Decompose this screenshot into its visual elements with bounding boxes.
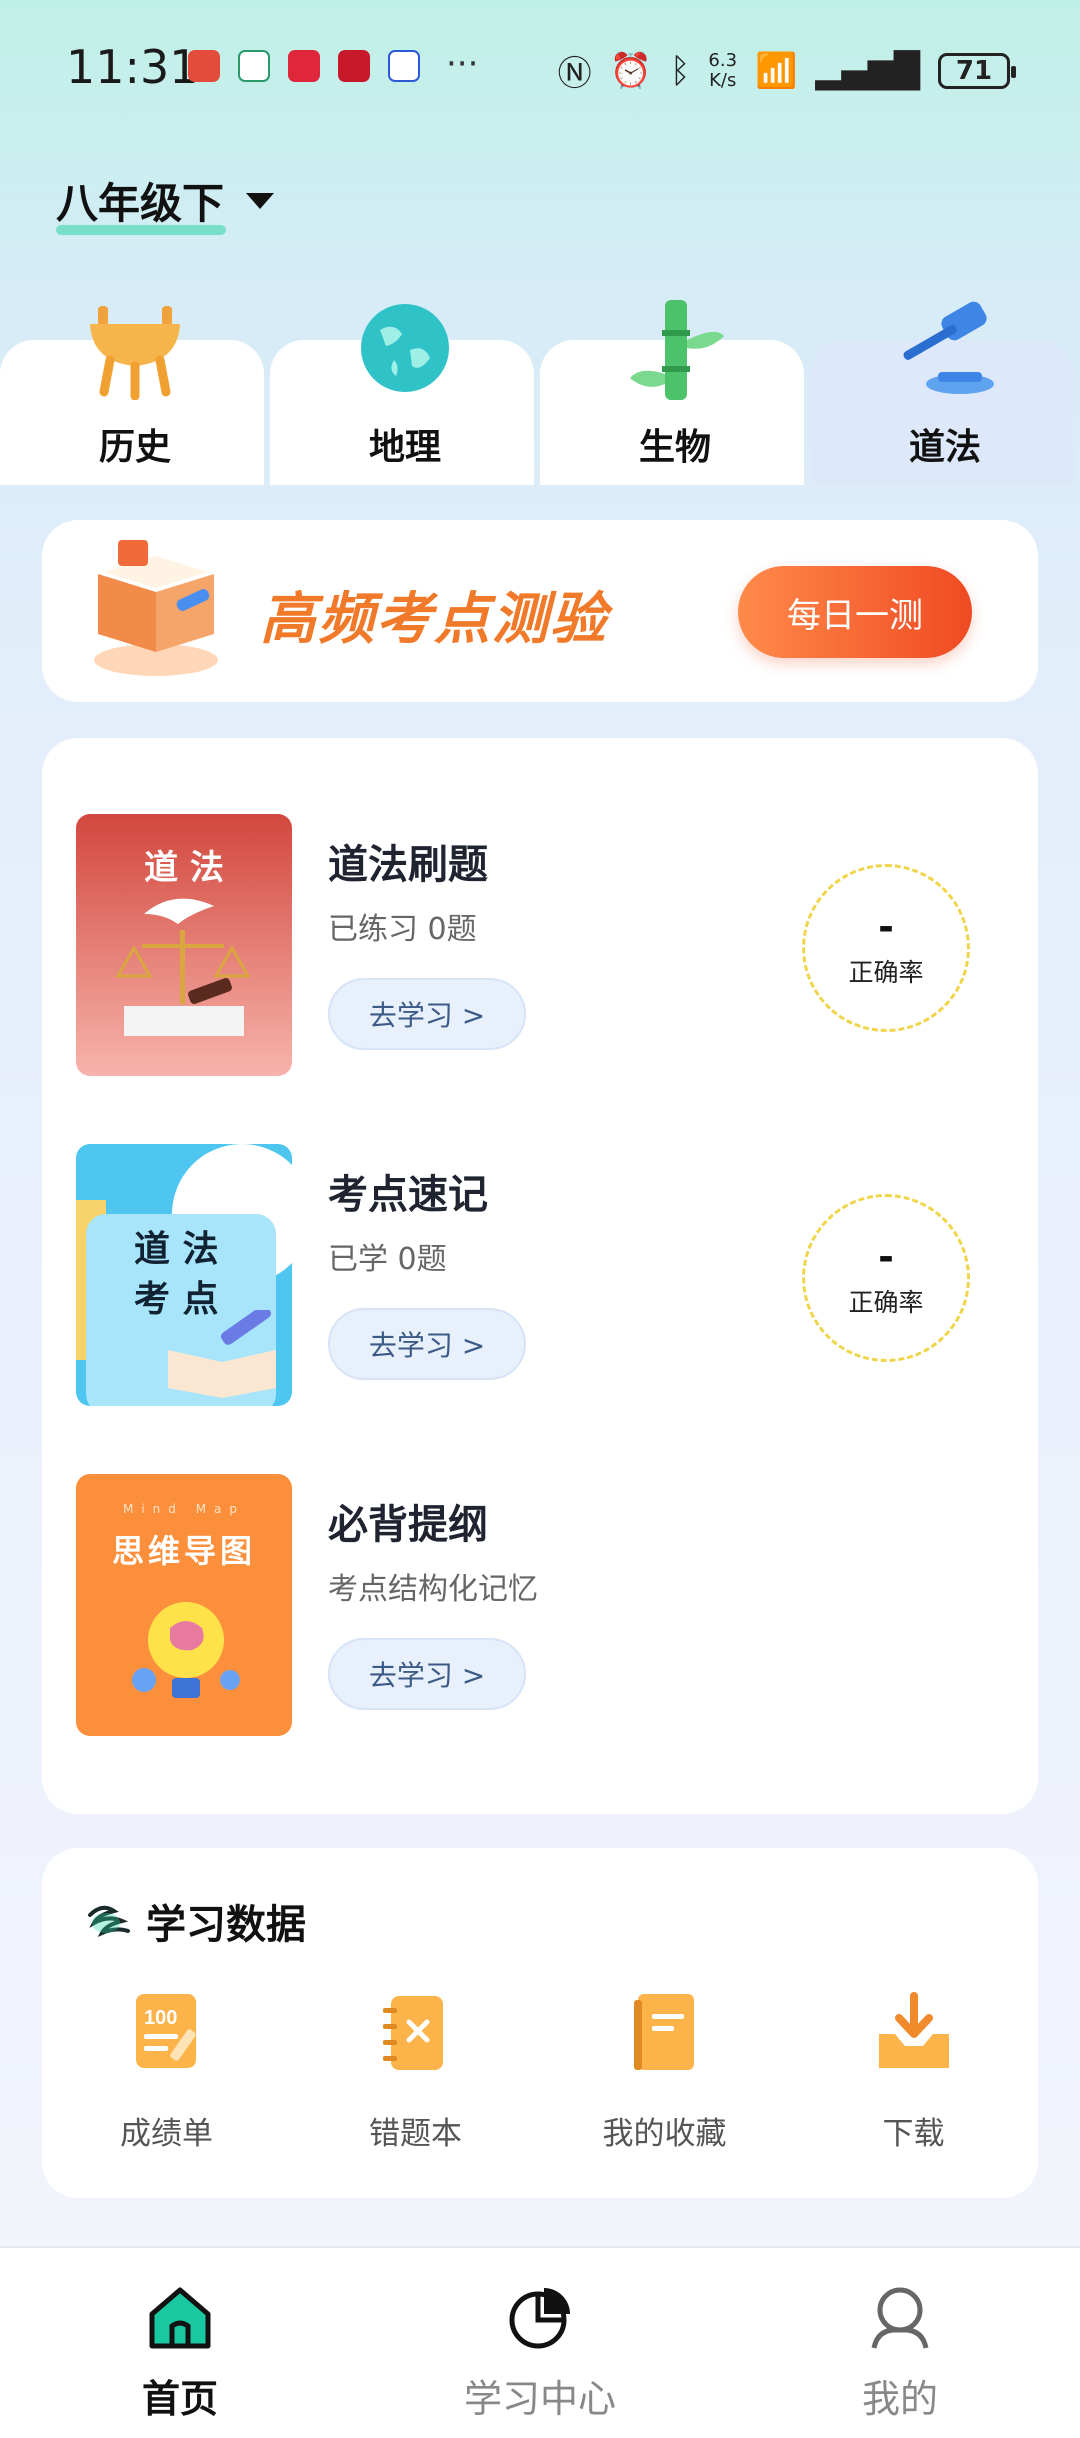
daily-quiz-button[interactable]: 每日一测 xyxy=(738,566,972,658)
open-book-icon xyxy=(94,540,218,676)
daily-quiz-banner[interactable]: 高频考点测验 每日一测 xyxy=(42,520,1038,702)
app-notification-icon xyxy=(188,50,220,82)
more-notifications-icon: ··· xyxy=(446,44,479,84)
list-item[interactable]: 道 法 道法刷题 已练习 0题 去学习 > - 正确率 xyxy=(76,814,1006,1076)
svg-text:100: 100 xyxy=(144,2007,177,2029)
tab-history[interactable]: 历史 xyxy=(0,300,270,485)
accuracy-badge: - 正确率 xyxy=(802,864,970,1032)
list-item[interactable]: Mind Map 思维导图 必背提纲 考点结构化记忆 去学习 > xyxy=(76,1474,1006,1736)
course-progress: 已学 0题 xyxy=(328,1242,447,1277)
course-list: 道 法 道法刷题 已练习 0题 去学习 > - 正确率 道 法 考 点 考点速记… xyxy=(42,738,1038,1814)
subject-tabs: 历史 地理 生物 道法 xyxy=(0,300,1080,485)
pie-chart-icon xyxy=(509,2288,570,2349)
scribble-icon xyxy=(88,1905,130,1937)
network-speed: 6.3 K/s xyxy=(708,49,738,91)
app-notification-icon xyxy=(338,50,370,82)
grade-selector[interactable]: 八年级下 xyxy=(56,170,275,235)
nav-me[interactable]: 我的 xyxy=(720,2248,1080,2438)
nav-me-label: 我的 xyxy=(861,2377,938,2421)
wifi-icon: 📶 xyxy=(755,50,798,91)
caret-down-icon xyxy=(246,192,275,209)
app-notification-icon xyxy=(288,50,320,82)
bluetooth-icon: ᛒ xyxy=(670,50,691,91)
nav-home[interactable]: 首页 xyxy=(0,2248,360,2438)
course-progress: 已练习 0题 xyxy=(328,912,477,947)
nav-home-label: 首页 xyxy=(141,2377,218,2421)
course-title: 必背提纲 xyxy=(328,1502,488,1548)
download-label: 下载 xyxy=(882,2116,945,2152)
app-notification-icon xyxy=(238,50,270,82)
battery-icon: 71 xyxy=(938,52,1016,89)
tab-biology[interactable]: 生物 xyxy=(540,300,810,485)
list-item[interactable]: 道 法 考 点 考点速记 已学 0题 去学习 > - 正确率 xyxy=(76,1144,1006,1406)
accuracy-label: 正确率 xyxy=(848,1288,924,1317)
notification-icons xyxy=(188,50,420,82)
wrong-notebook-icon xyxy=(382,1996,443,2070)
scales-of-justice-icon xyxy=(115,898,251,1036)
section-title: 学习数据 xyxy=(146,1902,306,1948)
nfc-icon: Ⓝ xyxy=(557,54,592,94)
home-icon xyxy=(149,2287,211,2349)
favorites-label: 我的收藏 xyxy=(602,2116,727,2152)
download-button[interactable]: 下载 xyxy=(789,1988,1038,2153)
ding-vessel-icon xyxy=(90,306,180,400)
accuracy-badge: - 正确率 xyxy=(802,1194,970,1362)
alarm-icon: ⏰ xyxy=(609,50,653,91)
app-notification-icon xyxy=(388,50,420,82)
score-report-icon: 100 xyxy=(135,1994,196,2068)
go-study-button[interactable]: 去学习 > xyxy=(328,1308,526,1380)
cover-key-points: 道 法 考 点 xyxy=(76,1144,292,1406)
banner-title: 高频考点测验 xyxy=(260,587,608,652)
user-icon xyxy=(871,2287,929,2349)
grade-label: 八年级下 xyxy=(56,170,227,235)
go-study-button[interactable]: 去学习 > xyxy=(328,978,526,1050)
status-bar: 11:31 ··· Ⓝ ⏰ ᛒ 6.3 K/s 📶 ▂▄▆█ 71 xyxy=(0,0,1080,135)
course-description: 考点结构化记忆 xyxy=(328,1572,538,1607)
favorites-button[interactable]: 我的收藏 xyxy=(540,1988,789,2153)
cover-mind-map: Mind Map 思维导图 xyxy=(76,1474,292,1736)
accuracy-value: - xyxy=(878,905,894,949)
accuracy-label: 正确率 xyxy=(848,958,924,987)
wrong-notebook-label: 错题本 xyxy=(369,2116,462,2152)
gavel-icon xyxy=(903,301,994,394)
course-title: 道法刷题 xyxy=(328,842,488,888)
nav-study-center[interactable]: 学习中心 xyxy=(360,2248,720,2438)
lightbulb-brain-icon xyxy=(132,1602,240,1698)
score-report-label: 成绩单 xyxy=(120,2116,213,2152)
go-study-button[interactable]: 去学习 > xyxy=(328,1638,526,1710)
course-title: 考点速记 xyxy=(328,1172,488,1218)
book-pencil-icon xyxy=(168,1310,276,1398)
bottom-nav: 首页 学习中心 我的 xyxy=(0,2246,1080,2438)
status-time: 11:31 xyxy=(66,40,199,94)
tab-geography[interactable]: 地理 xyxy=(270,300,540,485)
study-data-section: 学习数据 100 成绩单 错题本 我的收藏 下载 xyxy=(42,1848,1038,2198)
wrong-notebook-button[interactable]: 错题本 xyxy=(291,1988,540,2153)
download-icon xyxy=(878,1992,949,2068)
signal-icon: ▂▄▆█ xyxy=(815,50,920,91)
tab-morality-law[interactable]: 道法 xyxy=(810,300,1080,485)
globe-icon xyxy=(361,304,449,392)
score-report-button[interactable]: 100 成绩单 xyxy=(42,1988,291,2153)
cover-morality-practice: 道 法 xyxy=(76,814,292,1076)
nav-study-center-label: 学习中心 xyxy=(463,2377,616,2421)
favorites-book-icon xyxy=(633,1994,694,2070)
accuracy-value: - xyxy=(878,1235,894,1279)
bamboo-icon xyxy=(630,300,724,400)
